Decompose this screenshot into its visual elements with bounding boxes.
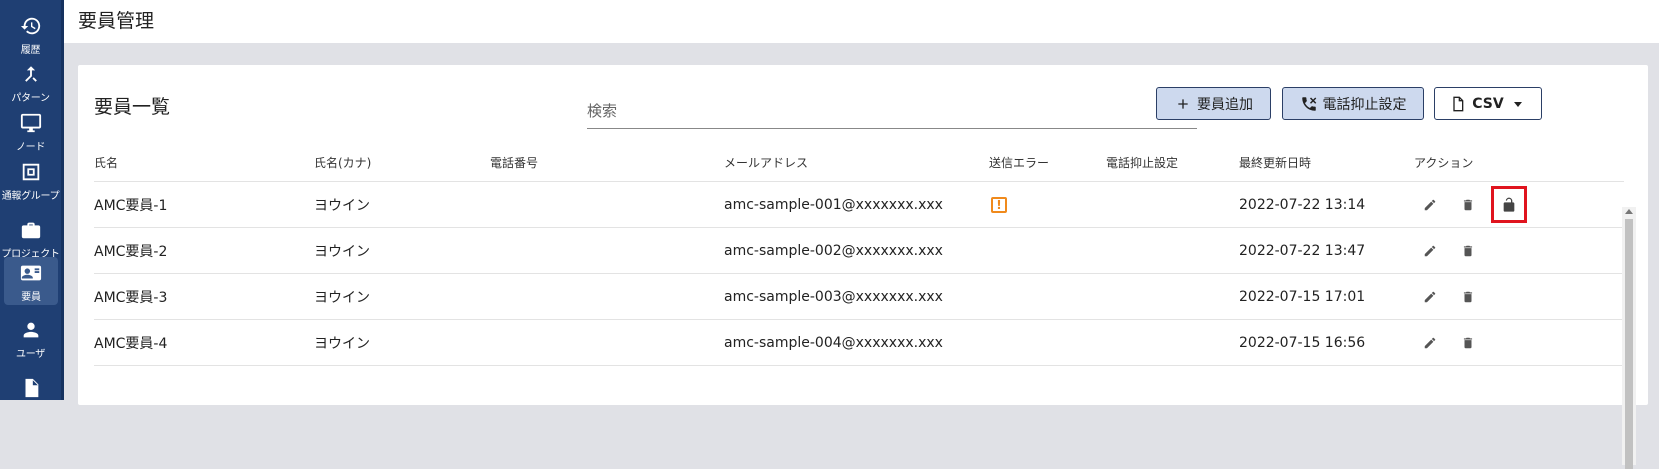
history-icon xyxy=(18,13,44,39)
trash-icon xyxy=(1458,333,1478,353)
plus-icon xyxy=(1174,95,1192,113)
warning-icon[interactable]: ! xyxy=(991,196,1007,213)
sidebar-item-project[interactable]: プロジェクト xyxy=(0,214,61,262)
sidebar-item-history[interactable]: 履歴 xyxy=(0,10,61,58)
sidebar-item-pattern[interactable]: パターン xyxy=(0,58,61,106)
sidebar-item-label: 通報グループ xyxy=(1,190,60,202)
sidebar-item-label: ノード xyxy=(15,141,46,153)
table-row: AMC要員-1 ヨウイン amc-sample-001@xxxxxxx.xxx … xyxy=(94,182,1624,228)
sidebar-item-label: 履歴 xyxy=(20,44,41,56)
staff-email: amc-sample-002@xxxxxxx.xxx xyxy=(724,242,943,259)
sidebar-item-more[interactable] xyxy=(0,364,61,412)
sidebar-item-node[interactable]: ノード xyxy=(0,107,61,155)
merge-arrow-icon xyxy=(18,61,44,87)
group-frame-icon xyxy=(18,159,44,185)
caret-down-icon xyxy=(1509,95,1527,113)
file-icon xyxy=(1449,95,1467,113)
sidebar-item-label: ユーザ xyxy=(16,348,45,360)
staff-table: 氏名 氏名(カナ) 電話番号 メールアドレス 送信エラー 電話抑止設定 最終更新… xyxy=(94,143,1624,366)
table-row: AMC要員-4 ヨウイン amc-sample-004@xxxxxxx.xxx … xyxy=(94,320,1624,366)
table-row: AMC要員-2 ヨウイン amc-sample-002@xxxxxxx.xxx … xyxy=(94,228,1624,274)
add-staff-label: 要員追加 xyxy=(1197,96,1253,113)
staff-list-card: 要員一覧 要員追加 電話抑止設定 CSV 氏名 氏名(カナ) 電話番号 メ xyxy=(78,65,1648,469)
sidebar-item-label: 要員 xyxy=(21,291,41,303)
staff-email: amc-sample-004@xxxxxxx.xxx xyxy=(724,334,943,351)
staff-email: amc-sample-003@xxxxxxx.xxx xyxy=(724,288,943,305)
staff-name-link[interactable]: AMC要員-4 xyxy=(94,320,167,365)
header-send-error[interactable]: 送信エラー xyxy=(989,143,1049,181)
scroll-thumb[interactable] xyxy=(1625,219,1633,469)
csv-label: CSV xyxy=(1472,95,1504,112)
sidebar-item-label: パターン xyxy=(11,92,50,104)
updated-at: 2022-07-22 13:47 xyxy=(1239,242,1366,259)
table-scrollbar[interactable] xyxy=(1622,207,1636,469)
updated-at: 2022-07-15 17:01 xyxy=(1239,288,1366,305)
send-error-cell: ! xyxy=(989,182,1007,227)
person-icon xyxy=(18,317,44,343)
page-title: 要員管理 xyxy=(78,10,155,32)
sidebar-item-user[interactable]: ユーザ xyxy=(0,314,61,362)
pencil-icon xyxy=(1420,195,1440,215)
unlock-button[interactable] xyxy=(1491,186,1527,223)
card-title: 要員一覧 xyxy=(94,96,171,118)
header-email[interactable]: メールアドレス xyxy=(724,143,808,181)
sidebar-item-notification-group[interactable]: 通報グループ xyxy=(0,156,61,204)
header-kana[interactable]: 氏名(カナ) xyxy=(314,143,371,181)
header-phone[interactable]: 電話番号 xyxy=(490,143,538,181)
edit-button[interactable] xyxy=(1420,182,1440,227)
header-phone-block[interactable]: 電話抑止設定 xyxy=(1106,143,1178,181)
delete-button[interactable] xyxy=(1458,274,1478,319)
trash-icon xyxy=(1458,287,1478,307)
pencil-icon xyxy=(1420,333,1440,353)
staff-kana: ヨウイン xyxy=(314,335,370,352)
trash-icon xyxy=(1458,241,1478,261)
lock-open-icon xyxy=(1499,195,1519,215)
search-box xyxy=(587,95,1197,129)
sidebar-accent xyxy=(61,0,64,400)
search-input[interactable] xyxy=(587,95,1147,127)
page-header: 要員管理 xyxy=(64,0,1659,43)
staff-kana: ヨウイン xyxy=(314,243,370,260)
document-icon xyxy=(18,375,44,401)
sidebar-item-staff[interactable]: 要員 xyxy=(4,257,58,305)
pencil-icon xyxy=(1420,287,1440,307)
delete-button[interactable] xyxy=(1458,228,1478,273)
add-staff-button[interactable]: 要員追加 xyxy=(1156,87,1271,120)
header-updated[interactable]: 最終更新日時 xyxy=(1239,143,1311,181)
table-header-row: 氏名 氏名(カナ) 電話番号 メールアドレス 送信エラー 電話抑止設定 最終更新… xyxy=(94,143,1624,182)
phone-block-settings-button[interactable]: 電話抑止設定 xyxy=(1282,87,1424,120)
edit-button[interactable] xyxy=(1420,320,1440,365)
phone-disabled-icon xyxy=(1300,95,1318,113)
staff-name-link[interactable]: AMC要員-2 xyxy=(94,228,167,273)
sidebar: 履歴 パターン ノード 通報グループ プロジェクト 要員 ユーザ xyxy=(0,0,64,400)
staff-name-link[interactable]: AMC要員-1 xyxy=(94,182,167,227)
scroll-up-arrow-icon[interactable] xyxy=(1625,209,1633,214)
staff-name-link[interactable]: AMC要員-3 xyxy=(94,274,167,319)
header-action: アクション xyxy=(1414,155,1474,170)
contact-card-icon xyxy=(18,260,44,286)
updated-at: 2022-07-22 13:14 xyxy=(1239,196,1366,213)
updated-at: 2022-07-15 16:56 xyxy=(1239,334,1366,351)
header-name[interactable]: 氏名 xyxy=(94,143,118,181)
edit-button[interactable] xyxy=(1420,274,1440,319)
phone-block-settings-label: 電話抑止設定 xyxy=(1322,96,1407,113)
table-row: AMC要員-3 ヨウイン amc-sample-003@xxxxxxx.xxx … xyxy=(94,274,1624,320)
delete-button[interactable] xyxy=(1458,182,1478,227)
delete-button[interactable] xyxy=(1458,320,1478,365)
staff-kana: ヨウイン xyxy=(314,197,370,214)
monitor-icon xyxy=(18,110,44,136)
briefcase-icon xyxy=(18,217,44,243)
csv-dropdown-button[interactable]: CSV xyxy=(1434,87,1542,120)
edit-button[interactable] xyxy=(1420,228,1440,273)
staff-email: amc-sample-001@xxxxxxx.xxx xyxy=(724,196,943,213)
trash-icon xyxy=(1458,195,1478,215)
pencil-icon xyxy=(1420,241,1440,261)
staff-kana: ヨウイン xyxy=(314,289,370,306)
